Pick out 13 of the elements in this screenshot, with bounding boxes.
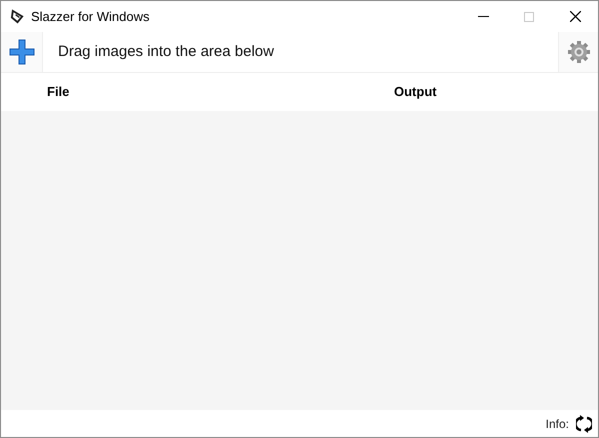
column-header: File bbox=[47, 83, 70, 102]
minimize-icon bbox=[478, 16, 488, 17]
window-title: Slazzer for Windows bbox=[31, 8, 150, 26]
close-icon bbox=[570, 11, 580, 22]
drag-hint: Drag images into the area below bbox=[58, 42, 274, 62]
column-header: Output bbox=[394, 83, 437, 102]
refresh-icon[interactable] bbox=[576, 414, 592, 432]
settings-icon bbox=[566, 40, 590, 64]
info-label: Info: bbox=[546, 416, 569, 432]
maximize-icon bbox=[524, 12, 534, 22]
add-button[interactable] bbox=[1, 32, 43, 72]
app-icon bbox=[10, 9, 25, 24]
plus-icon bbox=[8, 39, 34, 65]
